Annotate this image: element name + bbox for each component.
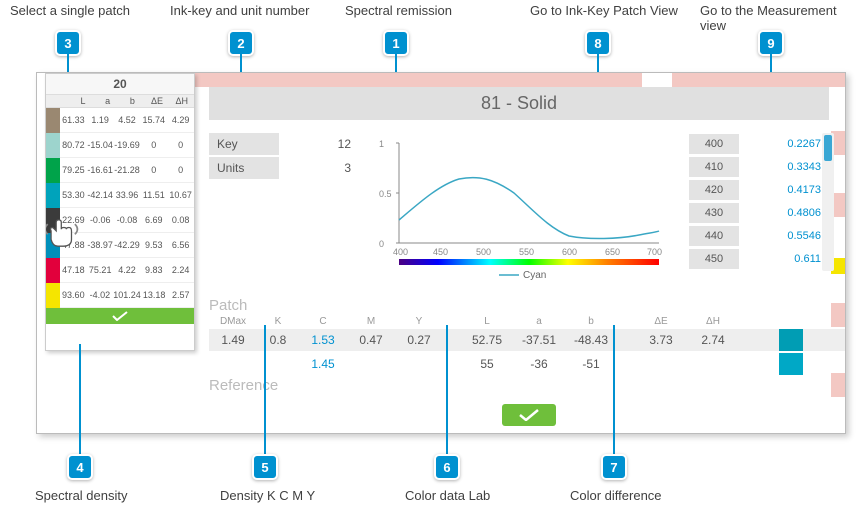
info-value: 3: [279, 157, 359, 179]
patch-list-panel: 20 LabΔEΔH 61.331.194.5215.744.29 80.72-…: [45, 73, 195, 351]
spectral-remission-chart: 1 0.5 0 400 450 500 550 600 650 700 Cyan: [379, 133, 669, 283]
spectral-row: 4400.5546: [689, 225, 829, 247]
callout-label-4: Spectral density: [35, 488, 128, 503]
callout-label-2: Ink-key and unit number: [170, 3, 309, 18]
patch-row[interactable]: 53.30-42.1433.9611.5110.67: [46, 183, 194, 208]
patch-swatch: [779, 329, 803, 351]
svg-text:Cyan: Cyan: [523, 270, 546, 281]
info-value: 12: [279, 133, 359, 155]
callout-bubble-8: 8: [585, 30, 611, 56]
patch-row[interactable]: 79.25-16.61-21.2800: [46, 158, 194, 183]
patch-row[interactable]: 61.331.194.5215.744.29: [46, 108, 194, 133]
spectral-row: 4200.4173: [689, 179, 829, 201]
info-panel: Key 12 Units 3: [209, 133, 359, 181]
confirm-button[interactable]: [502, 404, 556, 426]
callout-bubble-1: 1: [383, 30, 409, 56]
callout-label-8: Go to Ink-Key Patch View: [530, 3, 678, 18]
svg-text:0.5: 0.5: [379, 189, 392, 199]
spectral-row: 4300.4806: [689, 202, 829, 224]
callout-label-6: Color data Lab: [405, 488, 490, 503]
patch-list-title: 20: [46, 74, 194, 94]
check-icon: [112, 311, 128, 321]
patch-list-confirm-button[interactable]: [46, 308, 194, 324]
cursor-hand-icon: [46, 219, 80, 249]
svg-text:700: 700: [647, 247, 662, 257]
callout-label-3: Select a single patch: [10, 3, 130, 18]
app-window: 20 LabΔEΔH 61.331.194.5215.744.29 80.72-…: [36, 72, 846, 434]
patch-row[interactable]: 93.60-4.02101.2413.182.57: [46, 283, 194, 308]
patch-list-headers: LabΔEΔH: [46, 94, 194, 108]
callout-bubble-6: 6: [434, 454, 460, 480]
info-label: Key: [209, 133, 279, 155]
callout-label-9: Go to the Measurement view: [700, 3, 865, 33]
spectral-scrollbar[interactable]: [822, 133, 834, 271]
status-strip-top: [672, 73, 846, 87]
patch-data-row: 1.49 0.8 1.53 0.47 0.27 52.75 -37.51 -48…: [209, 329, 846, 351]
svg-text:500: 500: [476, 247, 491, 257]
callout-bubble-7: 7: [601, 454, 627, 480]
info-label: Units: [209, 157, 279, 179]
svg-text:650: 650: [605, 247, 620, 257]
status-strip-top: [137, 73, 642, 87]
callout-line: [79, 344, 81, 456]
patch-label: Patch: [209, 297, 846, 314]
callout-bubble-5: 5: [252, 454, 278, 480]
patch-title: 81 - Solid: [209, 87, 829, 120]
callout-label-5: Density K C M Y: [220, 488, 315, 503]
callout-bubble-9: 9: [758, 30, 784, 56]
info-row-key: Key 12: [209, 133, 359, 155]
callout-line: [446, 325, 448, 456]
callout-line: [264, 325, 266, 456]
callout-line: [613, 325, 615, 456]
callout-label-1: Spectral remission: [345, 3, 452, 18]
patch-headers: DMax K C M Y L a b ΔE ΔH: [209, 316, 846, 327]
svg-text:550: 550: [519, 247, 534, 257]
callout-label-7: Color difference: [570, 488, 662, 503]
svg-text:1: 1: [379, 139, 384, 149]
check-icon: [518, 409, 540, 421]
patch-row[interactable]: 80.72-15.04-19.6900: [46, 133, 194, 158]
spectral-row: 4500.611: [689, 248, 829, 270]
svg-text:400: 400: [393, 247, 408, 257]
spectral-row: 4000.2267: [689, 133, 829, 155]
svg-text:600: 600: [562, 247, 577, 257]
reference-swatch: [779, 353, 803, 375]
svg-text:0: 0: [379, 239, 384, 249]
reference-data-row: 1.45 55 -36 -51: [209, 353, 846, 375]
callout-bubble-4: 4: [67, 454, 93, 480]
patch-row[interactable]: 47.1875.214.229.832.24: [46, 258, 194, 283]
spectral-data-table: 4000.2267 4100.3343 4200.4173 4300.4806 …: [689, 133, 829, 271]
main-panel: 81 - Solid Key 12 Units 3 1 0.5 0: [209, 87, 829, 130]
patch-data-section: Patch DMax K C M Y L a b ΔE ΔH 1.49 0.8 …: [209, 297, 846, 434]
reference-label: Reference: [209, 377, 846, 394]
callout-bubble-3: 3: [55, 30, 81, 56]
spectral-row: 4100.3343: [689, 156, 829, 178]
info-row-units: Units 3: [209, 157, 359, 179]
svg-text:450: 450: [433, 247, 448, 257]
callout-bubble-2: 2: [228, 30, 254, 56]
